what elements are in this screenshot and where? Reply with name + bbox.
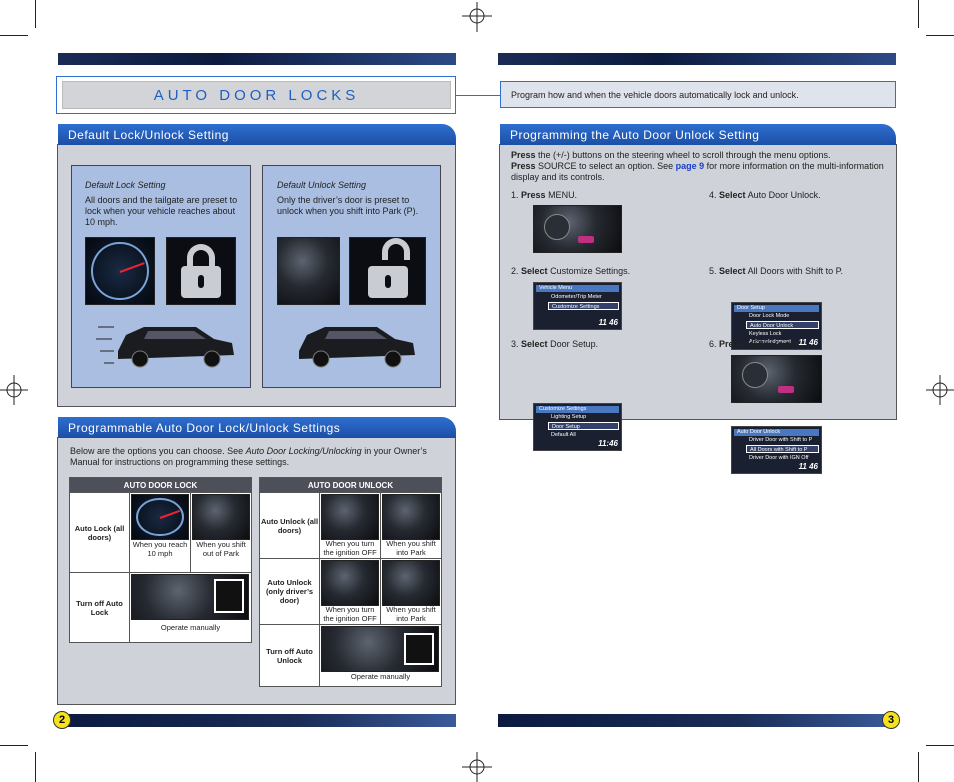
speedometer-image [85, 237, 155, 305]
ignition-image [321, 560, 379, 606]
auto-door-unlock-table: AUTO DOOR UNLOCK Auto Unlock (all doors)… [259, 477, 442, 687]
default-unlock-card: Default Unlock Setting Only the driver’s… [262, 165, 441, 388]
row-label: Turn off Auto Unlock [259, 624, 320, 687]
intro-box: Program how and when the vehicle doors a… [500, 81, 896, 108]
crop-mark [0, 35, 28, 36]
suv-image [96, 326, 234, 368]
shifter-image [277, 237, 340, 305]
crop-mark [918, 752, 919, 782]
steering-menu-image [731, 355, 822, 403]
ignition-image [321, 494, 379, 540]
top-bar-left [58, 53, 456, 65]
unlock-table-header: AUTO DOOR UNLOCK [259, 477, 442, 493]
caption: Operate manually [160, 623, 221, 632]
lock-table-header: AUTO DOOR LOCK [69, 477, 252, 493]
caption: When you turn the ignition OFF [323, 539, 377, 557]
default-heading: Default Lock/Unlock Setting [58, 124, 456, 145]
page-title: AUTO DOOR LOCKS [62, 81, 451, 109]
caption: When you shift out of Park [196, 540, 246, 558]
programmable-intro: Below are the options you can choose. Se… [70, 446, 427, 467]
auto-door-lock-table: AUTO DOOR LOCK Auto Lock (all doors) Whe… [69, 477, 252, 643]
page-number-right: 3 [882, 711, 900, 729]
programming-heading: Programming the Auto Door Unlock Setting [500, 124, 896, 145]
row-label: Auto Unlock (all doors) [259, 492, 320, 559]
step-6: 6. Press MENU to exit. [709, 339, 802, 349]
programming-instructions: Press the (+/-) buttons on the steering … [511, 150, 884, 182]
registration-mark-icon [462, 2, 492, 32]
step-1: 1. Press MENU. [511, 190, 578, 200]
speedometer-image [131, 494, 189, 540]
customize-settings-screen: Customize Settings Lighting Setup Door S… [533, 403, 622, 451]
default-unlock-text: Only the driver’s door is preset to unlo… [277, 195, 419, 216]
caption: When you turn the ignition OFF [323, 605, 377, 623]
shifter-image [382, 560, 440, 606]
crop-mark [926, 35, 954, 36]
table-row: Auto Lock (all doors) When you reach 10 … [69, 492, 252, 573]
step-4: 4. Select Auto Door Unlock. [709, 190, 821, 200]
door-switch-image [321, 626, 439, 672]
shifter-image [382, 494, 440, 540]
door-switch-image [131, 574, 249, 620]
registration-mark-icon [462, 752, 492, 782]
step-5: 5. Select All Doors with Shift to P. [709, 266, 843, 276]
crop-mark [35, 752, 36, 782]
page-number-left: 2 [53, 711, 71, 729]
crop-mark [926, 745, 954, 746]
programmable-heading: Programmable Auto Door Lock/Unlock Setti… [58, 417, 456, 438]
crop-mark [918, 0, 919, 28]
step-2: 2. Select Customize Settings. [511, 266, 631, 276]
step-3: 3. Select Door Setup. [511, 339, 599, 349]
switch-inset-image [404, 633, 434, 665]
page-9-link[interactable]: page 9 [676, 161, 705, 171]
table-row: Turn off Auto Lock Operate manually [69, 572, 252, 643]
crop-mark [35, 0, 36, 28]
connector-line [456, 95, 500, 96]
steering-menu-image [533, 205, 622, 253]
caption: When you shift into Park [386, 539, 436, 557]
suv-image [299, 327, 415, 368]
top-bar-right [498, 53, 896, 65]
table-row: Auto Unlock (only driver’s door) When yo… [259, 558, 442, 625]
crop-mark [0, 745, 28, 746]
default-lock-card: Default Lock Setting All doors and the t… [71, 165, 251, 388]
vehicle-menu-screen: Vehicle Menu Odometer/Trip Meter Customi… [533, 282, 622, 330]
registration-mark-icon [926, 375, 954, 405]
row-label: Auto Lock (all doors) [69, 492, 130, 573]
caption: When you shift into Park [386, 605, 436, 623]
default-lock-subtitle: Default Lock Setting [85, 180, 166, 190]
shifter-image [192, 494, 250, 540]
bottom-bar-right [498, 714, 896, 727]
row-label: Auto Unlock (only driver’s door) [259, 558, 320, 625]
table-row: Turn off Auto Unlock Operate manually [259, 624, 442, 687]
default-lock-text: All doors and the tailgate are preset to… [85, 195, 238, 227]
default-unlock-subtitle: Default Unlock Setting [277, 180, 367, 190]
lock-open-icon [349, 237, 426, 305]
table-row: Auto Unlock (all doors) When you turn th… [259, 492, 442, 559]
auto-door-unlock-screen: Auto Door Unlock Driver Door with Shift … [731, 426, 822, 474]
registration-mark-icon [0, 375, 28, 405]
caption: When you reach 10 mph [132, 540, 188, 558]
row-label: Turn off Auto Lock [69, 572, 130, 643]
caption: Operate manually [350, 672, 411, 681]
switch-inset-image [214, 579, 244, 613]
bottom-bar-left [58, 714, 456, 727]
lock-closed-icon [166, 237, 236, 305]
